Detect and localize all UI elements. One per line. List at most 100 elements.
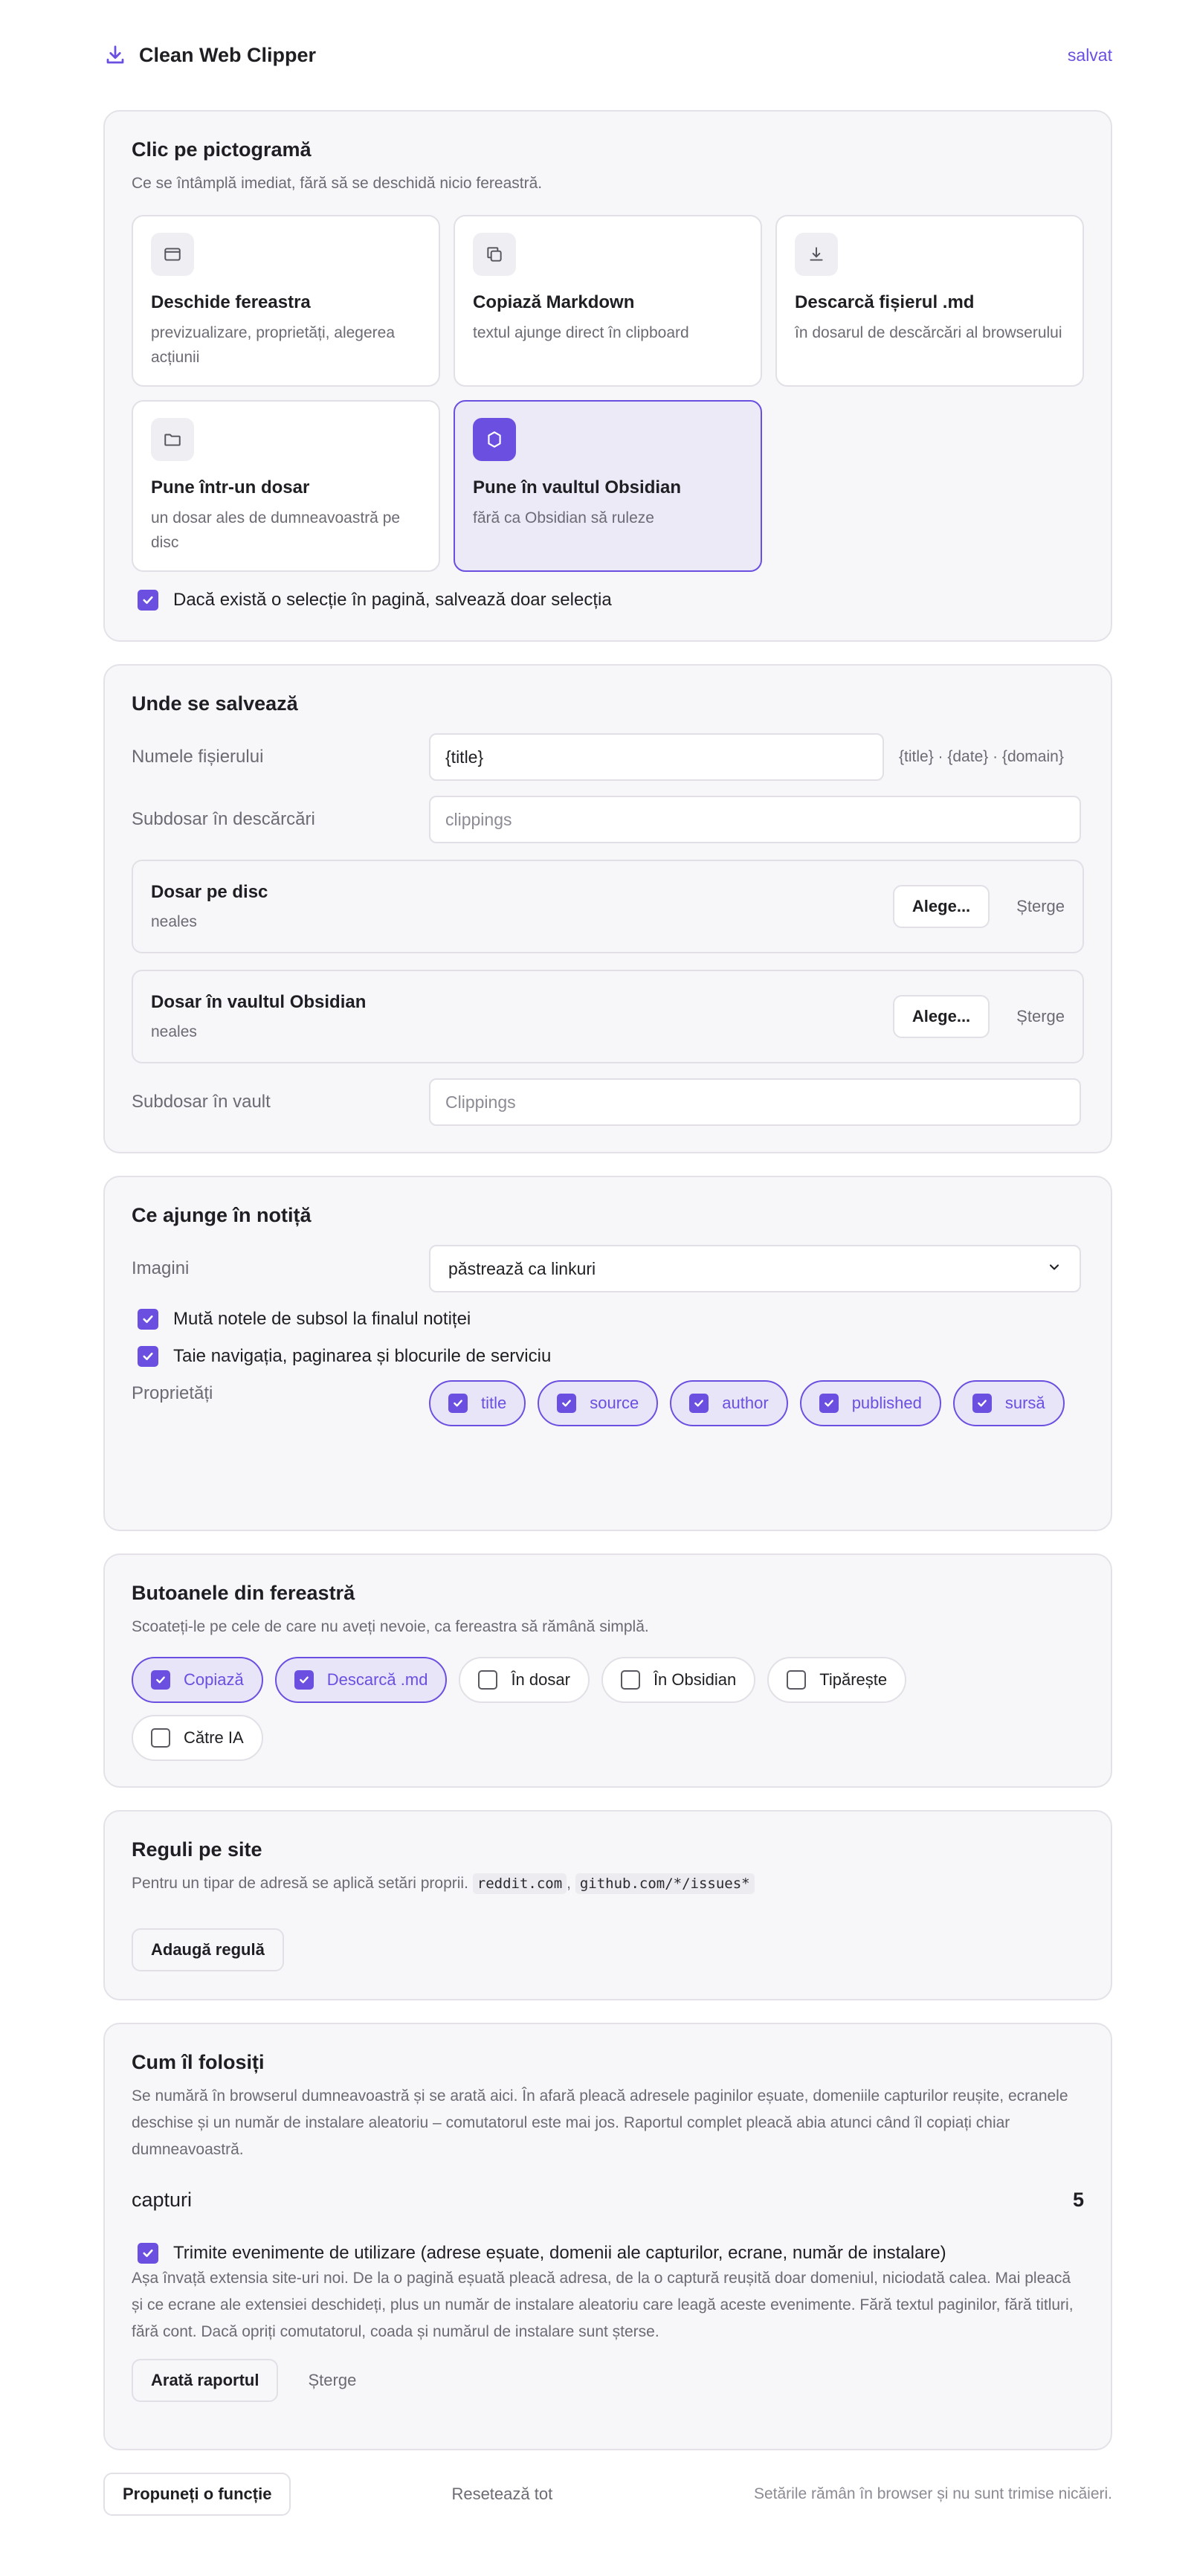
footnotes-label: Mută notele de subsol la finalul notiței [173, 1309, 471, 1329]
action-tiles: Deschide fereastra previzualizare, propr… [132, 215, 1084, 572]
choose-vault-folder-button[interactable]: Alege... [892, 995, 990, 1038]
folder-icon [151, 418, 194, 461]
tile-desc: previzualizare, proprietăți, alegerea ac… [151, 324, 396, 366]
rules-example-2: github.com/*/issues* [575, 1873, 755, 1894]
button-toggle-obsidian[interactable]: În Obsidian [601, 1657, 756, 1703]
rules-sep: , [567, 1875, 571, 1892]
properties-label: Proprietăți [132, 1383, 213, 1403]
rules-title: Reguli pe site [132, 1838, 262, 1861]
show-report-button[interactable]: Arată raportul [132, 2359, 279, 2402]
button-pills: Copiază Descarcă .md În dosar În Obsidia… [132, 1657, 964, 1761]
app-name: Clean Web Clipper [139, 43, 317, 66]
icon-click-subtitle: Ce se întâmplă imediat, fără să se desch… [132, 175, 543, 192]
usage-stat-label: capturi [132, 2189, 193, 2211]
properties-pills: title source author published sursă [429, 1380, 1081, 1426]
property-pill[interactable]: sursă [952, 1380, 1065, 1426]
site-rules-card: Reguli pe site Pentru un tipar de adresă… [103, 1810, 1112, 2000]
property-pill[interactable]: author [670, 1380, 788, 1426]
usage-card: Cum îl folosiți Se numără în browserul d… [103, 2023, 1112, 2450]
rules-subtitle: Pentru un tipar de adresă se aplică setă… [132, 1875, 468, 1892]
selection-only-row[interactable]: Dacă există o selecție în pagină, salvea… [132, 590, 1084, 611]
tile-open-window[interactable]: Deschide fereastra previzualizare, propr… [132, 215, 440, 387]
button-toggle-folder[interactable]: În dosar [459, 1657, 590, 1703]
telemetry-checkbox[interactable] [138, 2243, 158, 2264]
header: Clean Web Clipper salvat [103, 0, 1112, 110]
property-pill[interactable]: title [429, 1380, 526, 1426]
tile-copy-markdown[interactable]: Copiază Markdown textul ajunge direct în… [454, 215, 762, 387]
download-icon [103, 43, 127, 67]
disk-folder-value: neales [151, 913, 197, 930]
property-checkbox [819, 1394, 839, 1413]
obsidian-icon [473, 418, 516, 461]
property-label: title [481, 1394, 507, 1412]
property-pill[interactable]: source [538, 1380, 659, 1426]
images-label: Imagini [132, 1258, 190, 1278]
privacy-note: Setările rămân în browser și nu sunt tri… [753, 2485, 1112, 2502]
button-toggle-label: În Obsidian [653, 1670, 737, 1689]
reset-all-button[interactable]: Resetează tot [451, 2485, 552, 2504]
chevron-down-icon [1047, 1259, 1062, 1279]
buttons-subtitle: Scoateți-le pe cele de care nu aveți nev… [132, 1618, 649, 1635]
window-icon [151, 233, 194, 276]
disk-folder-box: Dosar pe disc neales Alege... Șterge [132, 860, 1084, 953]
button-checkbox [294, 1670, 314, 1690]
save-title: Unde se salvează [132, 692, 298, 715]
filename-hint: {title} · {date} · {domain} [899, 748, 1064, 765]
button-toggle-label: Descarcă .md [326, 1670, 428, 1689]
images-row: Imagini păstrează ca linkuri [132, 1245, 1084, 1292]
save-status: salvat [1067, 45, 1112, 65]
property-label: published [851, 1394, 922, 1412]
subfolder-input[interactable]: clippings [429, 796, 1081, 843]
tile-obsidian-vault[interactable]: Pune în vaultul Obsidian fără ca Obsidia… [454, 400, 762, 572]
tile-desc: fără ca Obsidian să ruleze [473, 509, 654, 527]
tile-title: Pune într-un dosar [151, 477, 310, 498]
property-label: sursă [1004, 1394, 1045, 1412]
vault-folder-title: Dosar în vaultul Obsidian [151, 992, 367, 1012]
vault-folder-box: Dosar în vaultul Obsidian neales Alege..… [132, 970, 1084, 1063]
tile-desc: în dosarul de descărcări al browserului [795, 324, 1062, 341]
images-select[interactable]: păstrează ca linkuri [429, 1245, 1081, 1292]
selection-only-label: Dacă există o selecție în pagină, salvea… [173, 590, 612, 610]
button-toggle-download[interactable]: Descarcă .md [274, 1657, 448, 1703]
telemetry-label: Trimite evenimente de utilizare (adrese … [173, 2243, 946, 2263]
icon-click-title: Clic pe pictogramă [132, 138, 312, 161]
vault-subfolder-input[interactable]: Clippings [429, 1078, 1081, 1126]
tile-desc: un dosar ales de dumneavoastră pe disc [151, 509, 401, 551]
button-toggle-print[interactable]: Tipărește [767, 1657, 907, 1703]
clear-disk-folder-button[interactable]: Șterge [1016, 897, 1065, 916]
note-title: Ce ajunge în notiță [132, 1204, 312, 1226]
footnotes-checkbox[interactable] [138, 1309, 158, 1330]
selection-only-checkbox[interactable] [138, 590, 158, 611]
strip-row[interactable]: Taie navigația, paginarea și blocurile d… [132, 1346, 1084, 1367]
telemetry-row[interactable]: Trimite evenimente de utilizare (adrese … [132, 2243, 1084, 2264]
button-checkbox [787, 1670, 807, 1690]
button-toggle-ai[interactable]: Către IA [132, 1715, 263, 1761]
choose-disk-folder-button[interactable]: Alege... [892, 885, 990, 928]
filename-input[interactable]: {title} [429, 733, 884, 781]
images-select-value: păstrează ca linkuri [448, 1258, 596, 1278]
button-toggle-copy[interactable]: Copiază [132, 1657, 263, 1703]
brand: Clean Web Clipper [103, 43, 316, 67]
tile-download-md[interactable]: Descarcă fișierul .md în dosarul de desc… [775, 215, 1084, 387]
strip-label: Taie navigația, paginarea și blocurile d… [173, 1346, 552, 1366]
subfolder-label: Subdosar în descărcări [132, 809, 315, 829]
property-checkbox [557, 1394, 577, 1413]
button-toggle-label: Copiază [184, 1670, 244, 1689]
property-checkbox [689, 1394, 709, 1413]
add-rule-button[interactable]: Adaugă regulă [132, 1928, 284, 1971]
clear-usage-button[interactable]: Șterge [308, 2371, 356, 2390]
footnotes-row[interactable]: Mută notele de subsol la finalul notiței [132, 1309, 1084, 1330]
button-toggle-label: Tipărește [819, 1670, 888, 1689]
copy-icon [473, 233, 516, 276]
tile-save-to-folder[interactable]: Pune într-un dosar un dosar ales de dumn… [132, 400, 440, 572]
property-pill[interactable]: published [799, 1380, 941, 1426]
clear-vault-folder-button[interactable]: Șterge [1016, 1007, 1065, 1026]
properties-row: Proprietăți title source author publishe… [132, 1380, 1084, 1426]
button-checkbox [620, 1670, 640, 1690]
vault-folder-value: neales [151, 1023, 197, 1040]
button-toggle-label: În dosar [511, 1670, 570, 1689]
button-checkbox [151, 1728, 170, 1748]
suggest-feature-button[interactable]: Propuneți o funcție [103, 2473, 291, 2516]
buttons-title: Butoanele din fereastră [132, 1582, 355, 1604]
strip-checkbox[interactable] [138, 1346, 158, 1367]
